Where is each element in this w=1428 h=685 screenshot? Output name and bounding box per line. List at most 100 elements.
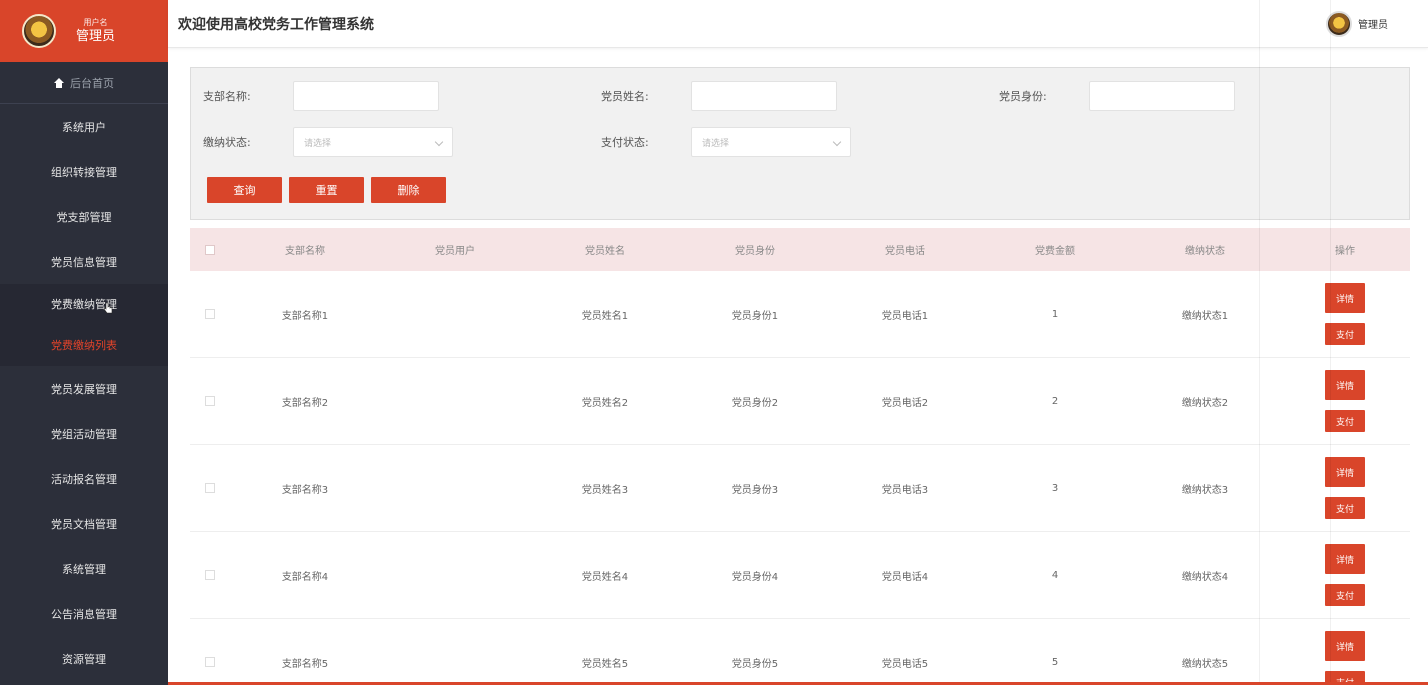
sidebar-item-resources[interactable]: 资源管理 — [0, 636, 168, 681]
detail-button[interactable]: 详情 — [1325, 457, 1365, 487]
cell-actions: 详情 支付 — [1280, 544, 1410, 606]
cell-actions: 详情 支付 — [1280, 631, 1410, 685]
payment-state-placeholder: 请选择 — [702, 138, 730, 149]
cell-dues-amount: 4 — [1051, 569, 1059, 581]
chevron-down-icon — [434, 137, 444, 147]
brand-bar: 用户名 管理员 — [0, 0, 168, 62]
cell-member-name: 党员姓名4 — [581, 571, 629, 583]
col-member-phone: 党员电话 — [885, 246, 925, 257]
table-row: 支部名称3 党员姓名3 党员身份3 党员电话3 3 缴纳状态3 详情 支付 — [190, 445, 1410, 532]
member-name-label: 党员姓名: — [601, 90, 649, 103]
sidebar-item-member-development[interactable]: 党员发展管理 — [0, 366, 168, 411]
select-all-checkbox[interactable] — [205, 244, 215, 255]
pay-button[interactable]: 支付 — [1325, 410, 1365, 432]
chevron-down-icon — [832, 137, 842, 147]
sidebar-item-label: 党员发展管理 — [51, 382, 117, 396]
header-admin-label: 管理员 — [1358, 20, 1388, 31]
sidebar-item-dues-payment[interactable]: 党费缴纳管理 — [0, 284, 168, 324]
cell-branch: 支部名称2 — [281, 397, 329, 409]
detail-button[interactable]: 详情 — [1325, 631, 1365, 661]
pay-status-select[interactable]: 请选择 — [293, 127, 453, 157]
column-guide-line — [1259, 0, 1260, 685]
sidebar-item-label: 后台首页 — [70, 76, 114, 90]
row-checkbox[interactable] — [205, 657, 215, 667]
col-member-user: 党员用户 — [435, 246, 475, 257]
detail-button[interactable]: 详情 — [1325, 544, 1365, 574]
sidebar-subitem-dues-list[interactable]: 党费缴纳列表 — [0, 324, 168, 366]
cell-member-phone: 党员电话2 — [881, 397, 929, 409]
row-select-cell — [190, 396, 230, 406]
sidebar-item-org-transfer[interactable]: 组织转接管理 — [0, 149, 168, 194]
sidebar-item-system-management[interactable]: 系统管理 — [0, 546, 168, 591]
sidebar-item-activity-signup[interactable]: 活动报名管理 — [0, 456, 168, 501]
query-button[interactable]: 查询 — [207, 177, 282, 203]
pay-status-placeholder: 请选择 — [304, 138, 332, 149]
cell-member-identity: 党员身份4 — [731, 571, 779, 583]
page-title: 欢迎使用高校党务工作管理系统 — [178, 16, 374, 33]
sidebar-item-label: 党员文档管理 — [51, 517, 117, 531]
pay-button[interactable]: 支付 — [1325, 584, 1365, 606]
pay-button[interactable]: 支付 — [1325, 497, 1365, 519]
row-select-cell — [190, 570, 230, 580]
user-caption: 用户名 — [83, 17, 108, 27]
cell-pay-status: 缴纳状态5 — [1181, 658, 1229, 670]
user-name: 管理员 — [76, 28, 116, 44]
sidebar-item-announcements[interactable]: 公告消息管理 — [0, 591, 168, 636]
top-header: 欢迎使用高校党务工作管理系统 管理员 — [168, 0, 1428, 48]
cell-branch: 支部名称5 — [281, 658, 329, 670]
sidebar-item-member-docs[interactable]: 党员文档管理 — [0, 501, 168, 546]
row-checkbox[interactable] — [205, 396, 215, 406]
cell-pay-status: 缴纳状态4 — [1181, 571, 1229, 583]
cell-member-phone: 党员电话5 — [881, 658, 929, 670]
cell-pay-status: 缴纳状态1 — [1181, 310, 1229, 322]
table-header: 支部名称 党员用户 党员姓名 党员身份 党员电话 党费金额 缴纳状态 操作 — [190, 228, 1410, 271]
school-logo-icon — [22, 14, 56, 48]
cell-member-name: 党员姓名1 — [581, 310, 629, 322]
branch-name-label: 支部名称: — [203, 90, 251, 103]
row-checkbox[interactable] — [205, 309, 215, 319]
col-dues-amount: 党费金额 — [1035, 246, 1075, 257]
payment-state-select[interactable]: 请选择 — [691, 127, 851, 157]
select-all-cell — [190, 244, 230, 255]
sidebar-item-party-branch[interactable]: 党支部管理 — [0, 194, 168, 239]
pay-button[interactable]: 支付 — [1325, 323, 1365, 345]
row-checkbox[interactable] — [205, 483, 215, 493]
sidebar-item-system-users[interactable]: 系统用户 — [0, 104, 168, 149]
detail-button[interactable]: 详情 — [1325, 283, 1365, 313]
sidebar-item-label: 公告消息管理 — [51, 607, 117, 621]
table-row: 支部名称2 党员姓名2 党员身份2 党员电话2 2 缴纳状态2 详情 支付 — [190, 358, 1410, 445]
cell-dues-amount: 2 — [1051, 395, 1059, 407]
cell-dues-amount: 5 — [1051, 656, 1059, 668]
sidebar-subitem-label: 党费缴纳列表 — [51, 339, 117, 352]
sidebar-item-party-activities[interactable]: 党组活动管理 — [0, 411, 168, 456]
cell-member-name: 党员姓名2 — [581, 397, 629, 409]
table-row: 支部名称1 党员姓名1 党员身份1 党员电话1 1 缴纳状态1 详情 支付 — [190, 271, 1410, 358]
user-block[interactable]: 用户名 管理员 — [76, 18, 115, 45]
detail-button[interactable]: 详情 — [1325, 370, 1365, 400]
home-icon — [54, 77, 64, 88]
reset-button[interactable]: 重置 — [289, 177, 364, 203]
cell-branch: 支部名称3 — [281, 484, 329, 496]
member-name-input[interactable] — [691, 81, 837, 111]
sidebar-item-home[interactable]: 后台首页 — [0, 62, 168, 104]
cell-dues-amount: 3 — [1051, 482, 1059, 494]
dues-table: 支部名称 党员用户 党员姓名 党员身份 党员电话 党费金额 缴纳状态 操作 支部… — [190, 228, 1410, 685]
sidebar-item-label: 党组活动管理 — [51, 427, 117, 441]
col-member-identity: 党员身份 — [735, 246, 775, 257]
header-user[interactable]: 管理员 — [1326, 10, 1388, 37]
sidebar-item-label: 组织转接管理 — [51, 165, 117, 179]
delete-button[interactable]: 删除 — [371, 177, 446, 203]
sidebar-item-label: 资源管理 — [62, 652, 106, 666]
cell-member-phone: 党员电话1 — [881, 310, 929, 322]
cell-pay-status: 缴纳状态2 — [1181, 397, 1229, 409]
member-identity-label: 党员身份: — [999, 90, 1047, 103]
row-checkbox[interactable] — [205, 570, 215, 580]
col-branch: 支部名称 — [285, 246, 325, 257]
cell-branch: 支部名称1 — [281, 310, 329, 322]
row-select-cell — [190, 309, 230, 319]
sidebar-item-label: 党员信息管理 — [51, 255, 117, 269]
sidebar: 用户名 管理员 后台首页 系统用户 组织转接管理 党支部管理 党员信息管理 党费… — [0, 0, 168, 685]
branch-name-input[interactable] — [293, 81, 439, 111]
sidebar-item-member-info[interactable]: 党员信息管理 — [0, 239, 168, 284]
member-identity-input[interactable] — [1089, 81, 1235, 111]
